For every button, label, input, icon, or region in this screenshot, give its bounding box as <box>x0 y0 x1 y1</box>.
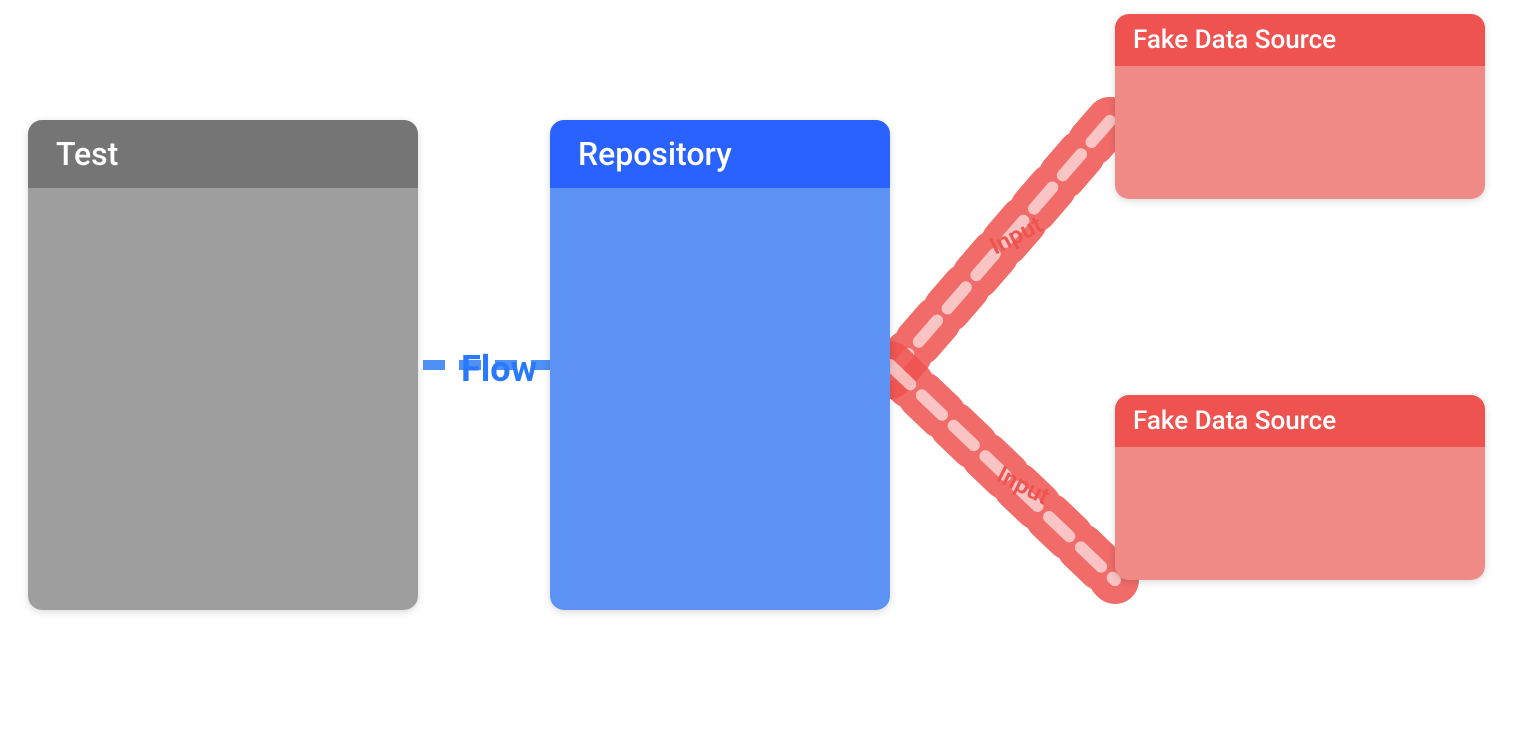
diagram-canvas: Input Input Test Repository Fake Data So… <box>0 0 1515 737</box>
fds-top-header: Fake Data Source <box>1115 14 1485 66</box>
fds-top-block: Fake Data Source <box>1115 14 1485 199</box>
test-body <box>28 188 418 610</box>
test-block: Test <box>28 120 418 610</box>
fds-top-body <box>1115 66 1485 199</box>
fds-bottom-header: Fake Data Source <box>1115 395 1485 447</box>
fds-bottom-title: Fake Data Source <box>1133 406 1336 436</box>
flow-label: Flow <box>461 348 537 390</box>
repo-body <box>550 188 890 610</box>
test-title: Test <box>56 135 118 173</box>
repo-block: Repository <box>550 120 890 610</box>
fds-bottom-body <box>1115 447 1485 580</box>
repo-title: Repository <box>578 135 732 173</box>
fds-top-title: Fake Data Source <box>1133 25 1336 55</box>
repo-header: Repository <box>550 120 890 188</box>
fds-bottom-block: Fake Data Source <box>1115 395 1485 580</box>
test-header: Test <box>28 120 418 188</box>
